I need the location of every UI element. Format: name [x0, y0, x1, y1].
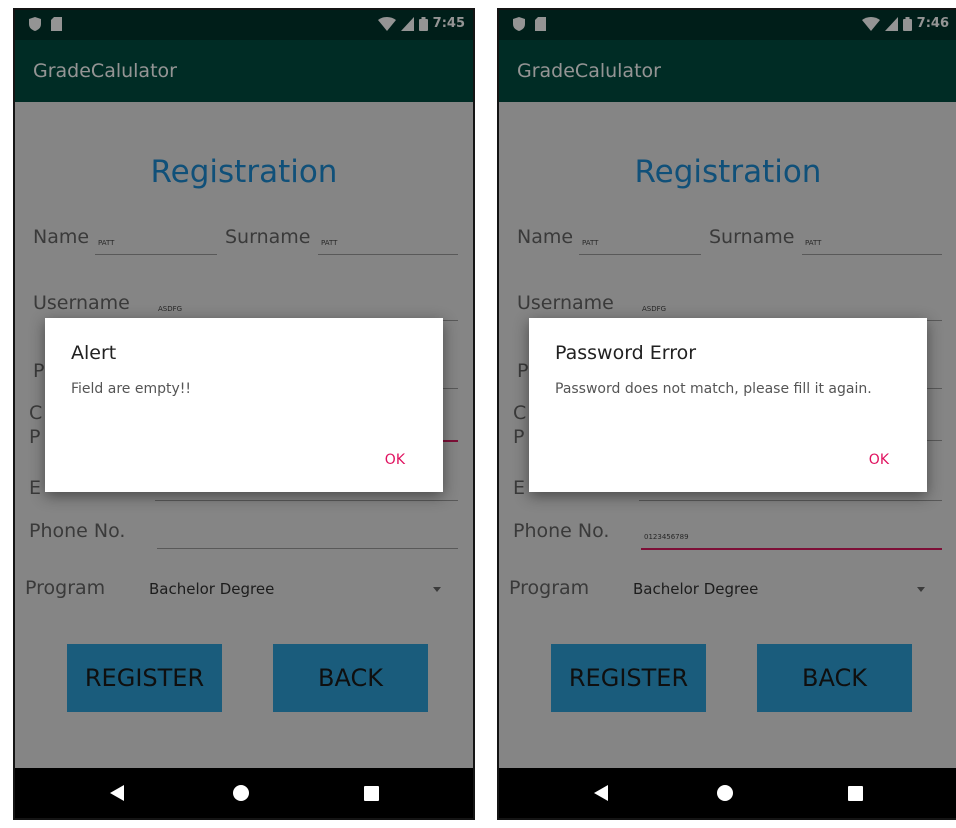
- phone-screen-left: 7:45 GradeCalulator Registration Name PA…: [13, 8, 475, 820]
- navigation-bar: [499, 768, 956, 818]
- dialog-ok-button[interactable]: OK: [869, 452, 889, 468]
- recents-nav-icon[interactable]: [848, 786, 863, 801]
- dialog-ok-button[interactable]: OK: [385, 452, 405, 468]
- screen: 7:46 GradeCalulator Registration Name PA…: [499, 10, 956, 818]
- home-nav-icon[interactable]: [717, 785, 733, 801]
- password-error-dialog: Password Error Password does not match, …: [529, 318, 927, 492]
- dialog-message: Field are empty!!: [71, 381, 191, 397]
- back-nav-icon[interactable]: [594, 785, 608, 801]
- back-nav-icon[interactable]: [110, 785, 124, 801]
- dialog-title: Alert: [71, 342, 117, 364]
- phone-screen-right: 7:46 GradeCalulator Registration Name PA…: [497, 8, 956, 820]
- home-nav-icon[interactable]: [233, 785, 249, 801]
- dialog-message: Password does not match, please fill it …: [555, 381, 872, 397]
- alert-dialog: Alert Field are empty!! OK: [45, 318, 443, 492]
- navigation-bar: [15, 768, 473, 818]
- screen: 7:45 GradeCalulator Registration Name PA…: [15, 10, 473, 818]
- dialog-title: Password Error: [555, 342, 697, 364]
- recents-nav-icon[interactable]: [364, 786, 379, 801]
